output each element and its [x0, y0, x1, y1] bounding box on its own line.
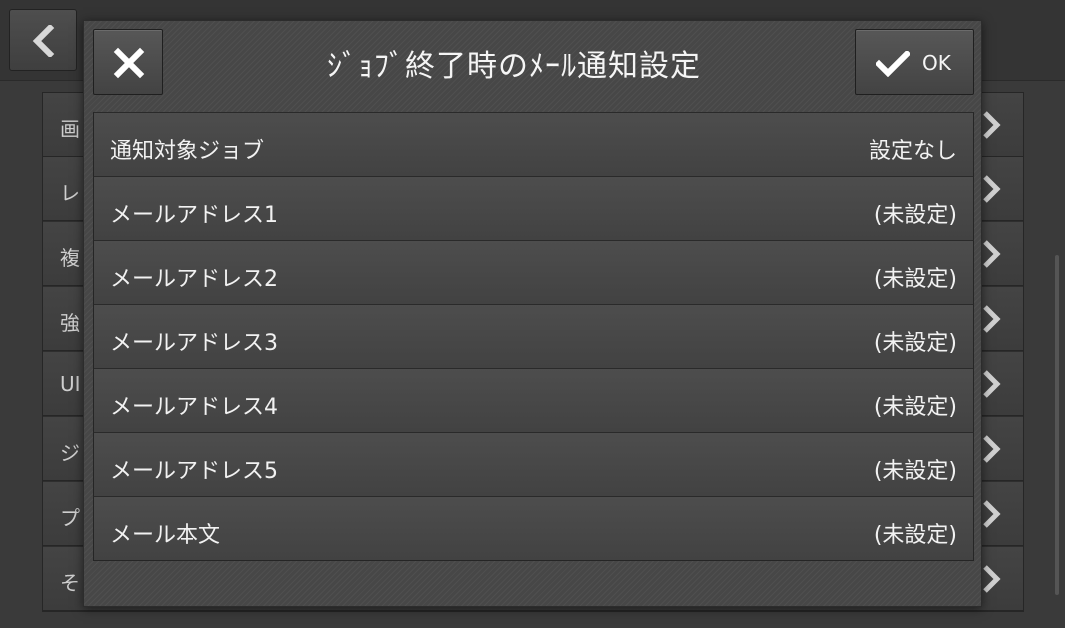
setting-label: メールアドレス1: [110, 203, 278, 228]
settings-list: 通知対象ジョブ 設定なし メールアドレス1 (未設定) メールアドレス2 (未設…: [93, 112, 974, 561]
ok-label: OK: [922, 51, 951, 75]
chevron-right-icon: [983, 305, 1001, 333]
chevron-right-icon: [983, 240, 1001, 268]
background-list-item-label: レ: [60, 181, 80, 205]
chevron-right-icon: [983, 435, 1001, 463]
chevron-right-icon: [983, 111, 1001, 139]
setting-label: メールアドレス3: [110, 331, 278, 356]
background-list-item-label: プ: [60, 506, 80, 530]
chevron-right-icon: [983, 500, 1001, 528]
setting-value: (未設定): [873, 523, 957, 548]
mail-notification-dialog: ｼﾞｮﾌﾞ終了時のﾒｰﾙ通知設定 OK 通知対象ジョブ 設定なし メールアドレス…: [83, 20, 982, 607]
chevron-right-icon: [983, 565, 1001, 593]
background-list-item-label: UI: [60, 372, 81, 396]
dialog-title: ｼﾞｮﾌﾞ終了時のﾒｰﾙ通知設定: [327, 49, 701, 84]
setting-row-mail-body[interactable]: メール本文 (未設定): [93, 496, 974, 561]
ok-button[interactable]: OK: [855, 29, 974, 95]
setting-row-mail-address-2[interactable]: メールアドレス2 (未設定): [93, 240, 974, 305]
background-list-item-label: ジ: [60, 441, 80, 465]
setting-label: メールアドレス5: [110, 459, 278, 484]
setting-value: 設定なし: [868, 139, 957, 164]
checkmark-icon: [876, 51, 910, 77]
background-list-item-label: 強: [60, 311, 80, 335]
close-x-icon: [113, 47, 145, 79]
setting-value: (未設定): [873, 459, 957, 484]
background-scrollbar[interactable]: [1055, 255, 1059, 595]
setting-row-mail-address-3[interactable]: メールアドレス3 (未設定): [93, 304, 974, 369]
setting-label: メールアドレス4: [110, 395, 278, 420]
back-button[interactable]: [9, 9, 77, 71]
setting-row-mail-address-4[interactable]: メールアドレス4 (未設定): [93, 368, 974, 433]
chevron-left-icon: [32, 25, 55, 57]
background-list-item-label: 複: [60, 246, 80, 270]
setting-label: 通知対象ジョブ: [110, 139, 265, 164]
setting-value: (未設定): [873, 267, 957, 292]
setting-row-mail-address-5[interactable]: メールアドレス5 (未設定): [93, 432, 974, 497]
setting-value: (未設定): [873, 395, 957, 420]
setting-label: メール本文: [110, 523, 221, 548]
background-list-item-label: そ: [60, 571, 80, 595]
setting-value: (未設定): [873, 203, 957, 228]
chevron-right-icon: [983, 175, 1001, 203]
setting-row-target-job[interactable]: 通知対象ジョブ 設定なし: [93, 112, 974, 177]
background-list-item-label: 画: [60, 117, 80, 141]
chevron-right-icon: [983, 370, 1001, 398]
setting-label: メールアドレス2: [110, 267, 278, 292]
setting-row-mail-address-1[interactable]: メールアドレス1 (未設定): [93, 176, 974, 241]
close-button[interactable]: [93, 29, 163, 95]
setting-value: (未設定): [873, 331, 957, 356]
